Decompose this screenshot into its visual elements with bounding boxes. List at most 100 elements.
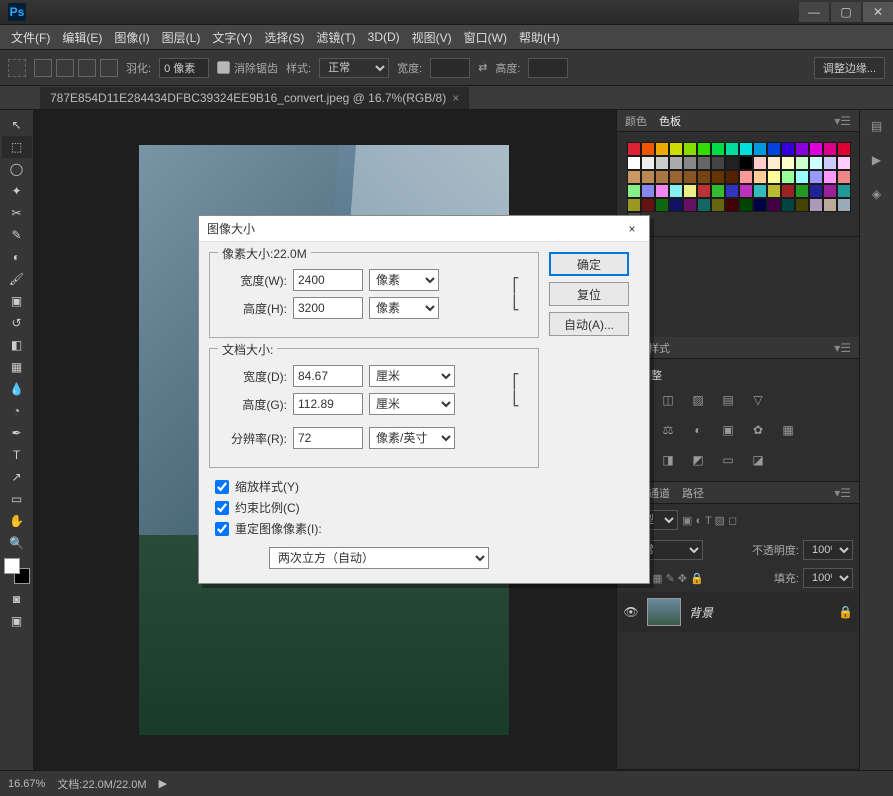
color-swatch[interactable] (697, 142, 711, 156)
color-swatch[interactable] (823, 170, 837, 184)
color-swatch[interactable] (641, 156, 655, 170)
shape-tool[interactable]: ▭ (2, 488, 32, 510)
statusbar-arrow-icon[interactable]: ▶ (159, 777, 167, 790)
eraser-tool[interactable]: ◧ (2, 334, 32, 356)
color-swatch[interactable] (725, 142, 739, 156)
color-swatch[interactable] (837, 184, 851, 198)
brush-tool[interactable]: 🖌 (2, 268, 32, 290)
crop-tool[interactable]: ✂ (2, 202, 32, 224)
color-swatch[interactable] (711, 142, 725, 156)
color-swatch[interactable] (669, 198, 683, 212)
color-swatch[interactable] (627, 184, 641, 198)
path-tool[interactable]: ↗ (2, 466, 32, 488)
color-swatch[interactable] (711, 198, 725, 212)
color-swatch[interactable] (753, 184, 767, 198)
color-swatch[interactable] (655, 198, 669, 212)
color-swatch[interactable] (641, 142, 655, 156)
color-swatch[interactable] (837, 156, 851, 170)
color-swatch[interactable] (823, 142, 837, 156)
resample-method-select[interactable]: 两次立方（自动） (269, 547, 489, 569)
actions-panel-icon[interactable]: ▶ (865, 148, 889, 172)
color-swatch[interactable] (809, 142, 823, 156)
color-swatch[interactable] (683, 184, 697, 198)
style-select[interactable]: 正常 (319, 58, 389, 78)
color-swatch[interactable] (767, 184, 781, 198)
auto-button[interactable]: 自动(A)... (549, 312, 629, 336)
color-swatch[interactable] (683, 170, 697, 184)
tool-preset[interactable] (8, 59, 26, 77)
filter-icons[interactable]: ▣ ◐ T ▨ ◻ (682, 514, 737, 527)
menu-edit[interactable]: 编辑(E) (57, 26, 107, 49)
resolution-input[interactable] (293, 427, 363, 449)
color-swatch[interactable] (655, 184, 669, 198)
color-swatch[interactable] (683, 142, 697, 156)
color-swatch[interactable] (697, 198, 711, 212)
color-swatch[interactable] (809, 156, 823, 170)
fg-bg-colors[interactable] (4, 558, 30, 584)
color-swatch[interactable] (753, 142, 767, 156)
lut-icon[interactable]: ▦ (779, 421, 797, 439)
ok-button[interactable]: 确定 (549, 252, 629, 276)
vibrance-icon[interactable]: ▽ (749, 391, 767, 409)
scale-styles-checkbox[interactable] (215, 480, 229, 494)
color-swatch[interactable] (655, 170, 669, 184)
pixel-width-unit[interactable]: 像素 (369, 269, 439, 291)
color-swatch[interactable] (795, 156, 809, 170)
color-swatch[interactable] (795, 198, 809, 212)
color-swatch[interactable] (823, 156, 837, 170)
menu-window[interactable]: 窗口(W) (459, 26, 512, 49)
color-swatch[interactable] (697, 156, 711, 170)
color-swatch[interactable] (781, 198, 795, 212)
dialog-close-button[interactable]: × (623, 220, 641, 238)
menu-image[interactable]: 图像(I) (109, 26, 154, 49)
zoom-level[interactable]: 16.67% (8, 778, 45, 790)
dodge-tool[interactable]: ◔ (2, 400, 32, 422)
layer-name[interactable]: 背景 (689, 604, 713, 621)
visibility-icon[interactable]: 👁 (623, 604, 639, 620)
curves-icon[interactable]: ▨ (689, 391, 707, 409)
close-tab-icon[interactable]: × (452, 91, 459, 105)
menu-filter[interactable]: 滤镜(T) (311, 26, 360, 49)
resolution-unit[interactable]: 像素/英寸 (369, 427, 455, 449)
color-swatch[interactable] (795, 184, 809, 198)
color-swatch[interactable] (739, 170, 753, 184)
menu-help[interactable]: 帮助(H) (514, 26, 565, 49)
selective-icon[interactable]: ◪ (749, 451, 767, 469)
gradient-map-icon[interactable]: ▭ (719, 451, 737, 469)
marquee-tool[interactable]: ⬚ (2, 136, 32, 158)
menu-view[interactable]: 视图(V) (407, 26, 457, 49)
color-swatch[interactable] (837, 170, 851, 184)
minimize-button[interactable]: — (799, 2, 829, 22)
color-swatch[interactable] (767, 198, 781, 212)
reset-button[interactable]: 复位 (549, 282, 629, 306)
zoom-tool[interactable]: 🔍 (2, 532, 32, 554)
color-swatch[interactable] (655, 142, 669, 156)
doc-height-unit[interactable]: 厘米 (369, 393, 455, 415)
photo-filter-icon[interactable]: ▣ (719, 421, 737, 439)
color-swatch[interactable] (739, 198, 753, 212)
posterize-icon[interactable]: ◨ (659, 451, 677, 469)
history-panel-icon[interactable]: ▤ (865, 114, 889, 138)
color-swatch[interactable] (641, 198, 655, 212)
color-swatch[interactable] (683, 156, 697, 170)
move-tool[interactable]: ↖ (2, 114, 32, 136)
color-swatch[interactable] (697, 170, 711, 184)
color-swatch[interactable] (739, 156, 753, 170)
panel-menu-icon[interactable]: ▾☰ (834, 486, 851, 500)
color-swatch[interactable] (767, 156, 781, 170)
constrain-checkbox[interactable] (215, 501, 229, 515)
bw-icon[interactable]: ◐ (689, 421, 707, 439)
color-swatch[interactable] (781, 156, 795, 170)
lock-icons[interactable]: ▦ ✎ ✥ 🔒 (652, 572, 704, 585)
history-brush-tool[interactable]: ↺ (2, 312, 32, 334)
color-swatch[interactable] (669, 142, 683, 156)
menu-3d[interactable]: 3D(D) (363, 27, 405, 47)
blur-tool[interactable]: 💧 (2, 378, 32, 400)
color-swatch[interactable] (809, 170, 823, 184)
color-swatch[interactable] (739, 142, 753, 156)
doc-info[interactable]: 文档:22.0M/22.0M (57, 776, 146, 792)
close-button[interactable]: ✕ (863, 2, 893, 22)
balance-icon[interactable]: ⚖ (659, 421, 677, 439)
color-swatch[interactable] (697, 184, 711, 198)
screenmode-tool[interactable]: ▣ (2, 610, 32, 632)
